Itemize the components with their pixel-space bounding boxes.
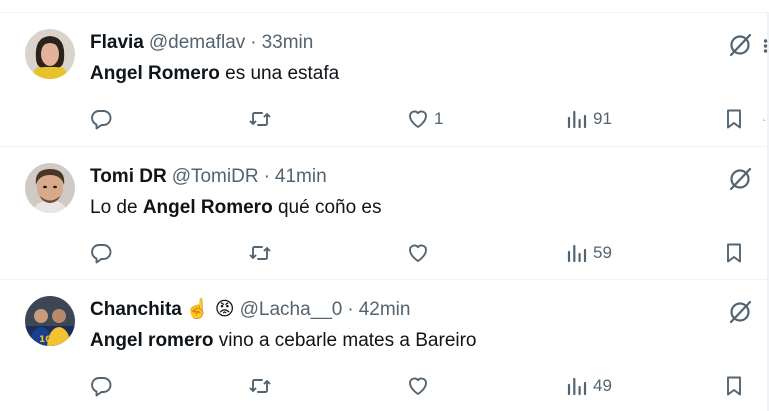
tweet[interactable]: Tomi DR @TomiDR · 41min Lo de Angel Rome… [0,147,767,280]
tweet[interactable]: 10 Chanchita ☝️ 😡 @Lacha__0 · 42min Ange… [0,280,767,411]
timestamp[interactable]: 41min [275,165,327,189]
text-pre: Lo de [90,197,143,218]
separator-dot: · [347,299,354,320]
bookmark-icon [727,243,741,263]
like-button[interactable] [406,366,434,406]
grok-icon[interactable] [726,165,754,193]
separator-dot: · [250,32,257,53]
avatar[interactable] [25,163,75,213]
retweet-button[interactable] [248,99,276,139]
user-name[interactable]: Chanchita [90,298,182,322]
text-post: qué coño es [272,197,382,218]
views-icon [567,377,587,396]
tweet-actions: 1 91 [0,99,767,139]
share-icon[interactable] [763,99,767,139]
separator-dot: · [263,166,270,187]
tweet[interactable]: Flavia @demaflav · 33min Angel Romero es… [0,13,768,147]
retweet-icon [249,112,271,126]
grok-icon[interactable] [726,298,754,326]
like-count: 1 [434,109,444,128]
heart-icon [409,244,427,262]
bookmark-button[interactable] [722,233,746,273]
bookmark-icon [727,109,741,129]
views-icon [567,110,587,129]
like-button[interactable] [406,233,434,273]
views-button[interactable]: 91 [565,99,612,139]
tweet-actions: 59 [0,233,767,273]
user-name[interactable]: Flavia [90,31,144,55]
user-handle[interactable]: @Lacha__0 [240,298,343,322]
timestamp[interactable]: 33min [262,31,314,55]
views-button[interactable]: 59 [565,233,612,273]
views-icon [567,244,587,263]
text-post: es una estafa [219,63,340,84]
more-icon[interactable] [763,39,768,53]
svg-text:10: 10 [39,335,52,345]
retweet-button[interactable] [248,366,276,406]
heart-icon [409,377,427,395]
tweet-actions: 49 [0,366,767,406]
grok-icon[interactable] [726,31,754,59]
reply-icon [91,244,112,264]
tweet-header: Tomi DR @TomiDR · 41min [90,165,327,189]
bookmark-icon [727,376,741,396]
text-post: vino a cebarle mates a Bareiro [213,330,477,351]
retweet-icon [249,379,271,393]
view-count: 49 [593,376,612,395]
bookmark-button[interactable] [722,366,746,406]
mention-bold: Angel Romero [90,63,220,84]
tweet-text: Lo de Angel Romero qué coño es [90,195,382,221]
name-emoji: ☝️ 😡 [185,299,235,320]
bookmark-button[interactable] [722,99,746,139]
tweet-header: Chanchita ☝️ 😡 @Lacha__0 · 42min [90,298,410,322]
mention-bold: Angel Romero [142,197,273,218]
retweet-icon [249,246,271,260]
tweet-text: Angel Romero es una estafa [90,61,339,87]
view-count: 91 [593,109,612,128]
view-count: 59 [593,243,612,262]
reply-icon [91,110,112,130]
avatar[interactable] [25,29,75,79]
user-handle[interactable]: @demaflav [149,31,245,55]
views-button[interactable]: 49 [565,366,612,406]
user-name[interactable]: Tomi DR [90,165,167,189]
heart-icon [409,110,427,128]
tweet-text: Angel romero vino a cebarle mates a Bare… [90,328,477,354]
reply-button[interactable] [89,99,117,139]
timestamp[interactable]: 42min [359,298,411,322]
reply-icon [91,377,112,397]
user-handle[interactable]: @TomiDR [172,165,259,189]
reply-button[interactable] [89,366,117,406]
reply-button[interactable] [89,233,117,273]
avatar[interactable]: 10 [25,296,75,346]
like-button[interactable]: 1 [406,99,443,139]
retweet-button[interactable] [248,233,276,273]
tweet-header: Flavia @demaflav · 33min [90,31,313,55]
mention-bold: Angel romero [90,330,214,351]
